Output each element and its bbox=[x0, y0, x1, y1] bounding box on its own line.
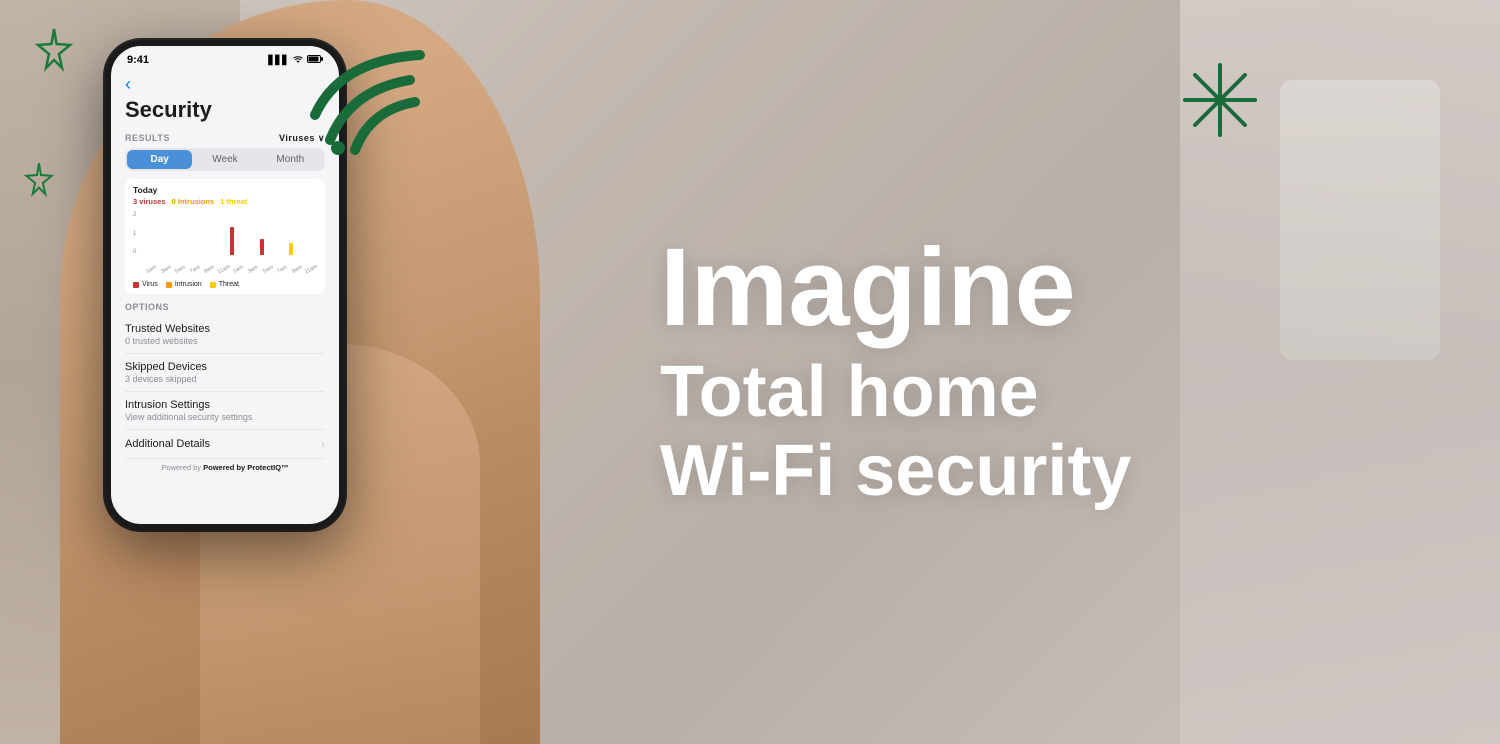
tagline-text: Total home Wi-Fi security bbox=[660, 353, 1420, 511]
signal-icon: ▋▋▋ bbox=[268, 55, 289, 66]
chart-y-axis: 2 1 0 bbox=[133, 212, 141, 255]
option-skipped-devices[interactable]: Skipped Devices 3 devices skipped bbox=[125, 354, 325, 392]
legend-intrusion-label: Intrusion bbox=[175, 281, 202, 288]
intrusion-count: 0 Intrusions bbox=[172, 197, 215, 206]
legend-threat-label: Threat bbox=[219, 281, 239, 288]
legend-threat: Threat bbox=[210, 281, 239, 288]
bar-chart: 2 1 0 bbox=[133, 212, 317, 267]
bars-container bbox=[143, 212, 317, 255]
option-trusted-websites[interactable]: Trusted Websites 0 trusted websites bbox=[125, 316, 325, 354]
chart-x-labels: 1am 3am 5am 7am 9am 11am 1am 3am 5am 7am… bbox=[143, 267, 317, 273]
virus-count: 3 viruses bbox=[133, 197, 166, 206]
status-time: 9:41 bbox=[127, 54, 149, 66]
legend-intrusion: Intrusion bbox=[166, 281, 202, 288]
legend-threat-dot bbox=[210, 282, 216, 288]
legend-virus: Virus bbox=[133, 281, 158, 288]
chart-stats: 3 viruses 0 Intrusions 1 threat bbox=[133, 197, 317, 206]
page-title: Security bbox=[125, 97, 325, 123]
option-intrusion-sub: View additional security settings bbox=[125, 412, 325, 422]
chevron-right-icon: › bbox=[321, 437, 325, 451]
powered-by: Powered by Powered by ProtectIQ™ bbox=[125, 459, 325, 476]
chart-today-label: Today bbox=[133, 185, 317, 195]
imagine-heading: Imagine bbox=[660, 233, 1420, 343]
star-top-left-icon bbox=[30, 25, 78, 84]
bar-group-6 bbox=[230, 227, 244, 255]
option-additional-title: Additional Details bbox=[125, 438, 210, 450]
tagline-line2: Wi-Fi security bbox=[660, 432, 1420, 511]
legend-virus-dot bbox=[133, 282, 139, 288]
main-content: 9:41 ▋▋▋ bbox=[0, 0, 1500, 744]
threat-count: 1 threat bbox=[220, 197, 247, 206]
tab-day[interactable]: Day bbox=[127, 150, 192, 169]
tagline-line1: Total home bbox=[660, 353, 1420, 432]
bar-group-10 bbox=[289, 243, 303, 255]
phone-section: 9:41 ▋▋▋ bbox=[0, 0, 620, 744]
option-skipped-sub: 3 devices skipped bbox=[125, 374, 325, 384]
option-trusted-sub: 0 trusted websites bbox=[125, 336, 325, 346]
option-intrusion-settings[interactable]: Intrusion Settings View additional secur… bbox=[125, 392, 325, 430]
star-mid-left-icon bbox=[20, 160, 58, 207]
legend-intrusion-dot bbox=[166, 282, 172, 288]
text-section: Imagine Total home Wi-Fi security bbox=[620, 0, 1500, 744]
wifi-decorative-icon bbox=[300, 30, 450, 175]
option-skipped-title: Skipped Devices bbox=[125, 361, 325, 373]
option-intrusion-title: Intrusion Settings bbox=[125, 399, 325, 411]
chart-legend: Virus Intrusion Threat bbox=[133, 281, 317, 288]
legend-virus-label: Virus bbox=[142, 281, 158, 288]
results-label: RESULTS Viruses ∨ bbox=[125, 133, 325, 144]
option-additional-details[interactable]: Additional Details › bbox=[125, 430, 325, 459]
tab-bar: Day Week Month bbox=[125, 148, 325, 171]
tab-week[interactable]: Week bbox=[192, 150, 257, 169]
back-button[interactable]: ‹ bbox=[125, 74, 325, 95]
chart-area: Today 3 viruses 0 Intrusions 1 threat 2 … bbox=[125, 179, 325, 294]
results-text: RESULTS bbox=[125, 133, 170, 144]
sparkle-decoration bbox=[1180, 60, 1260, 145]
bar-group-8 bbox=[260, 239, 274, 255]
options-label: OPTIONS bbox=[125, 302, 325, 312]
option-additional-content: Additional Details bbox=[125, 438, 210, 451]
option-trusted-title: Trusted Websites bbox=[125, 323, 325, 335]
